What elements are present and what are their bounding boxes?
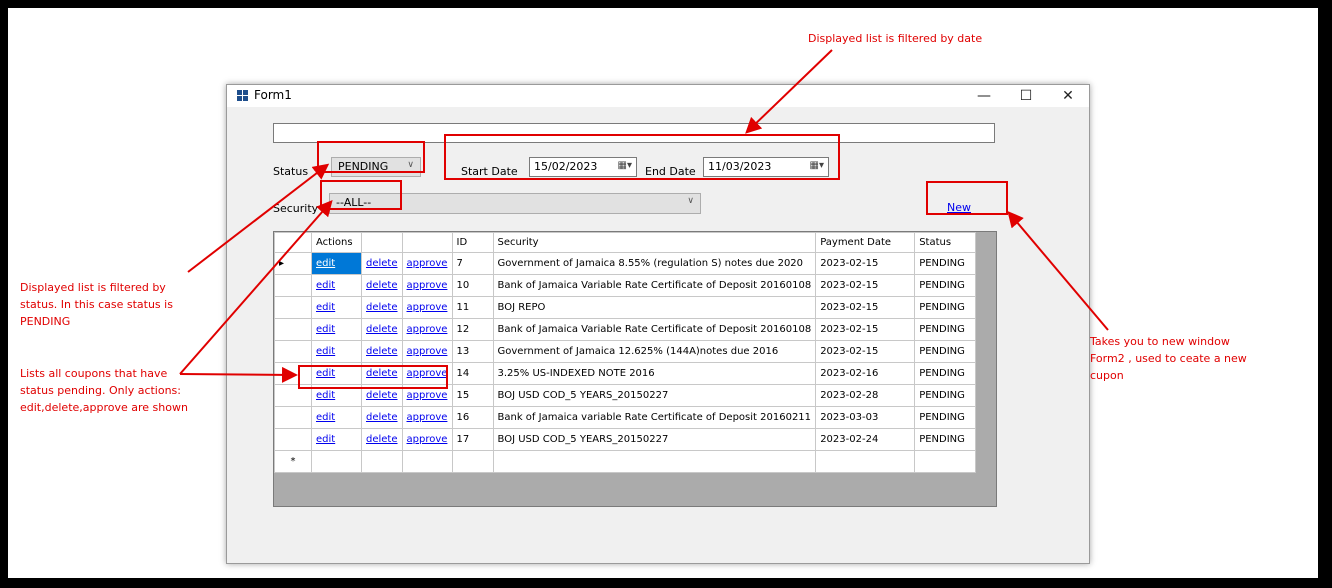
- status-arrow: [187, 163, 330, 273]
- actions-to-security-arrow: [179, 199, 333, 375]
- new-arrow: [1007, 210, 1109, 331]
- actions-arrow: [179, 366, 298, 383]
- date-arrow: [745, 49, 833, 134]
- screenshot-canvas: Form1 — ☐ ✕ Status PENDING ∨ Start Date …: [8, 8, 1318, 578]
- annotation-arrows: [179, 49, 1109, 383]
